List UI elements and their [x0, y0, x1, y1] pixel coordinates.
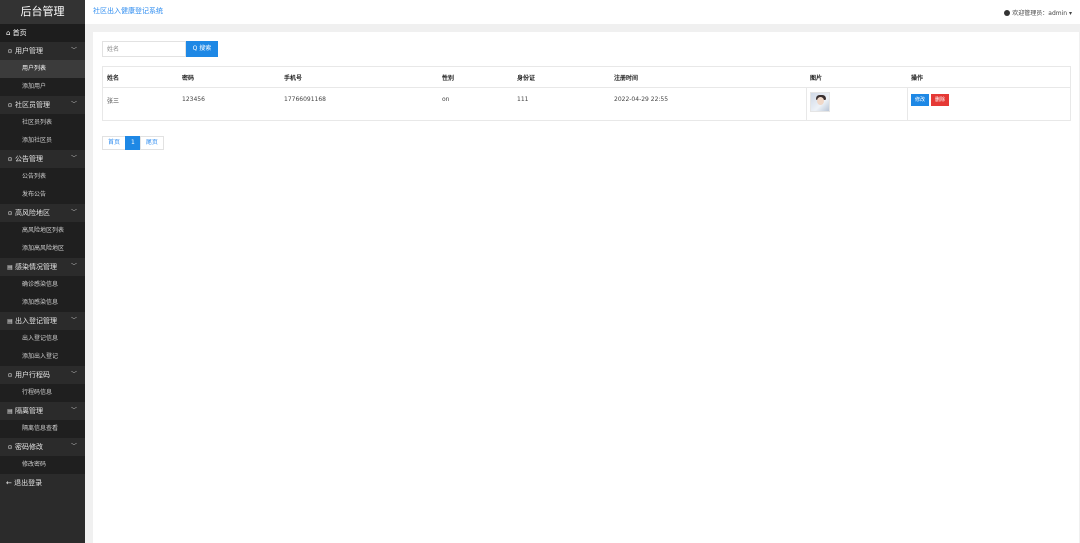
header-reg-time: 注册时间: [614, 74, 639, 82]
app-logo: 后台管理: [0, 0, 85, 24]
cell-password: 123456: [182, 96, 205, 103]
sidebar-item-add-infection[interactable]: 添加感染信息: [0, 294, 85, 312]
logout-button[interactable]: ← 退出登录: [0, 474, 85, 492]
sidebar-item-publish-notice[interactable]: 发布公告: [0, 186, 85, 204]
header-idcard: 身份证: [517, 74, 536, 82]
chevron-down-icon: ﹀: [70, 443, 77, 450]
sidebar-item-add-staff[interactable]: 添加社区员: [0, 132, 85, 150]
search-button[interactable]: Q 搜索: [186, 41, 218, 57]
user-menu[interactable]: 欢迎管理员：admin ▾: [1004, 8, 1072, 17]
sidebar-item-trip-code-info[interactable]: 行程码信息: [0, 384, 85, 402]
header-phone: 手机号: [284, 74, 303, 82]
sidebar-group-trip-code[interactable]: ⊙ 用户行程码 ﹀: [0, 366, 85, 384]
cell-reg-time: 2022-04-29 22:55: [614, 96, 669, 103]
cell-actions: 修改 删除: [907, 88, 1072, 120]
sidebar-group-infection[interactable]: ▤ 感染情况管理 ﹀: [0, 258, 85, 276]
header-password: 密码: [182, 74, 195, 82]
sidebar-item-add-high-risk[interactable]: 添加高风险地区: [0, 240, 85, 258]
group-icon: ⊙: [7, 156, 13, 163]
search-input[interactable]: [102, 41, 186, 57]
user-photo: [810, 92, 830, 112]
sidebar-group-label: 隔离管理: [15, 407, 43, 415]
sidebar-group-entry-exit[interactable]: ▤ 出入登记管理 ﹀: [0, 312, 85, 330]
welcome-text: 欢迎管理员：admin ▾: [1012, 10, 1072, 17]
cell-gender: on: [442, 96, 450, 103]
pagination: 首页 1 尾页: [102, 136, 164, 150]
sidebar-group-isolation[interactable]: ▤ 隔离管理 ﹀: [0, 402, 85, 420]
edit-button[interactable]: 修改: [911, 94, 930, 106]
column-divider: [907, 88, 908, 120]
sidebar-item-add-user[interactable]: 添加用户: [0, 78, 85, 96]
sidebar-group-notices[interactable]: ⊙ 公告管理 ﹀: [0, 150, 85, 168]
sidebar-item-high-risk-list[interactable]: 高风险地区列表: [0, 222, 85, 240]
group-icon: ⊙: [7, 444, 13, 451]
sidebar-group-users[interactable]: ⊙ 用户管理 ﹀: [0, 42, 85, 60]
chevron-down-icon: ﹀: [70, 155, 77, 162]
first-page-button[interactable]: 首页: [102, 136, 127, 150]
sidebar-group-label: 用户管理: [15, 47, 43, 55]
sidebar: 后台管理 ⌂ 首页 ⊙ 用户管理 ﹀ 用户列表 添加用户 ⊙ 社区员管理 ﹀ 社区员列表…: [0, 0, 85, 543]
sidebar-item-change-password[interactable]: 修改密码: [0, 456, 85, 474]
group-icon: ▤: [7, 318, 13, 325]
sidebar-group-password[interactable]: ⊙ 密码修改 ﹀: [0, 438, 85, 456]
user-table: 姓名 密码 手机号 性别 身份证 注册时间 图片 操作 张三 123456 17…: [102, 66, 1071, 121]
sidebar-group-staff[interactable]: ⊙ 社区员管理 ﹀: [0, 96, 85, 114]
cell-phone: 17766091168: [284, 96, 326, 103]
group-icon: ⊙: [7, 102, 13, 109]
cell-image: [806, 88, 907, 120]
sidebar-item-user-list[interactable]: 用户列表: [0, 60, 85, 78]
chevron-down-icon: ﹀: [70, 47, 77, 54]
sidebar-item-isolation-info[interactable]: 隔离信息查看: [0, 420, 85, 438]
top-header: 社区出入健康登记系统 欢迎管理员：admin ▾: [85, 0, 1080, 24]
sidebar-item-home[interactable]: ⌂ 首页: [0, 24, 85, 42]
chevron-down-icon: ﹀: [70, 371, 77, 378]
system-title[interactable]: 社区出入健康登记系统: [93, 6, 163, 16]
user-icon: [1004, 10, 1011, 16]
page-number-button[interactable]: 1: [125, 136, 141, 150]
chevron-down-icon: ﹀: [70, 263, 77, 270]
group-icon: ▤: [7, 264, 13, 271]
group-icon: ▤: [7, 408, 13, 415]
column-divider: [806, 88, 807, 120]
sidebar-item-notice-list[interactable]: 公告列表: [0, 168, 85, 186]
last-page-button[interactable]: 尾页: [139, 136, 164, 150]
group-icon: ⊙: [7, 210, 13, 217]
delete-button[interactable]: 删除: [931, 94, 950, 106]
chevron-down-icon: ﹀: [70, 407, 77, 414]
sidebar-group-high-risk[interactable]: ⊙ 高风险地区 ﹀: [0, 204, 85, 222]
header-name: 姓名: [107, 74, 120, 82]
sidebar-item-entry-exit-info[interactable]: 出入登记信息: [0, 330, 85, 348]
group-icon: ⊙: [7, 372, 13, 379]
sidebar-group-label: 高风险地区: [15, 209, 50, 217]
group-icon: ⊙: [7, 48, 13, 55]
sidebar-item-add-entry-exit[interactable]: 添加出入登记: [0, 348, 85, 366]
chevron-down-icon: ﹀: [70, 317, 77, 324]
cell-name: 张三: [107, 98, 120, 105]
header-image: 图片: [810, 74, 823, 82]
cell-idcard: 111: [517, 96, 529, 103]
photo-face: [817, 97, 824, 105]
chevron-down-icon: ﹀: [70, 209, 77, 216]
sidebar-group-label: 感染情况管理: [15, 263, 57, 271]
header-actions: 操作: [911, 74, 924, 82]
sidebar-group-label: 社区员管理: [15, 101, 50, 109]
sidebar-group-label: 出入登记管理: [15, 317, 57, 325]
chevron-down-icon: ﹀: [70, 101, 77, 108]
main-content: Q 搜索 姓名 密码 手机号 性别 身份证 注册时间 图片 操作 张三 1234…: [93, 32, 1079, 543]
sidebar-group-label: 用户行程码: [15, 371, 50, 379]
sidebar-item-staff-list[interactable]: 社区员列表: [0, 114, 85, 132]
sidebar-group-label: 密码修改: [15, 443, 43, 451]
table-header-row: 姓名 密码 手机号 性别 身份证 注册时间 图片 操作: [103, 67, 1070, 88]
sidebar-group-label: 公告管理: [15, 155, 43, 163]
sidebar-item-infection-info[interactable]: 确诊感染信息: [0, 276, 85, 294]
table-row: 张三 123456 17766091168 on 111 2022-04-29 …: [103, 88, 1070, 120]
header-gender: 性别: [442, 74, 455, 82]
